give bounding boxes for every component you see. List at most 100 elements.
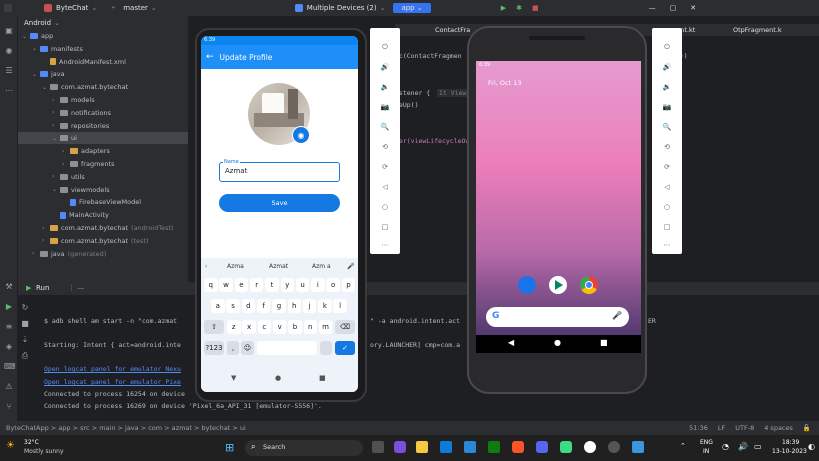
stop-run-icon[interactable]: ■: [20, 319, 30, 329]
rotate-right-icon[interactable]: ⟳: [652, 160, 682, 174]
more-tools-icon[interactable]: ⋯: [4, 86, 14, 96]
enter-key[interactable]: ✓: [335, 341, 355, 355]
volume-up-icon[interactable]: 🔊: [370, 60, 400, 74]
google-search-bar[interactable]: G 🎤: [486, 307, 629, 327]
problems-tool-icon[interactable]: ⚠: [4, 382, 14, 392]
comma-key[interactable]: ,: [227, 341, 239, 355]
brave-icon[interactable]: [512, 441, 524, 453]
volume-down-icon[interactable]: 🔉: [370, 80, 400, 94]
chevron-right-icon[interactable]: ›: [62, 148, 70, 155]
home-nav-icon[interactable]: ●: [275, 374, 281, 382]
symbols-key[interactable]: ?123: [204, 341, 224, 355]
chevron-down-icon[interactable]: ⌄: [52, 186, 60, 193]
mic-icon[interactable]: 🎤: [612, 311, 622, 320]
key-i[interactable]: i: [311, 278, 325, 292]
key-r[interactable]: r: [249, 278, 264, 292]
logcat-link[interactable]: Open logcat panel for emulator Pixe: [44, 378, 181, 386]
commit-tool-icon[interactable]: ◉: [4, 46, 14, 56]
run-tool-icon[interactable]: ▶: [4, 302, 14, 312]
key-x[interactable]: x: [242, 320, 256, 334]
notification-icon[interactable]: ◐: [808, 442, 815, 451]
key-u[interactable]: u: [295, 278, 310, 292]
recents-nav-icon[interactable]: ■: [600, 338, 608, 347]
app-icon[interactable]: [632, 441, 644, 453]
key-z[interactable]: z: [227, 320, 241, 334]
tree-item[interactable]: ⌄ viewmodels: [18, 184, 110, 196]
chevron-right-icon[interactable]: ›: [62, 161, 70, 168]
key-q[interactable]: q: [204, 278, 218, 292]
rotate-left-icon[interactable]: ⟲: [370, 140, 400, 154]
space-key[interactable]: [257, 341, 317, 355]
suggestion-expand-icon[interactable]: ›: [205, 263, 207, 270]
breadcrumb[interactable]: ByteChatApp > app > src > main > java > …: [6, 424, 246, 432]
caret-position[interactable]: 51:36: [689, 424, 708, 432]
clock-time[interactable]: 18:39: [782, 439, 799, 446]
line-separator[interactable]: LF: [718, 424, 725, 432]
mic-icon[interactable]: 🎤: [347, 263, 354, 270]
key-m[interactable]: m: [318, 320, 333, 334]
suggestion[interactable]: Azm a: [312, 263, 331, 270]
tree-item[interactable]: FirebaseViewModel: [18, 196, 141, 208]
file-encoding[interactable]: UTF-8: [735, 424, 754, 432]
device-selector[interactable]: Multiple Devices (2): [307, 4, 377, 12]
key-n[interactable]: n: [303, 320, 317, 334]
tree-item[interactable]: ⌄ manifests: [18, 43, 83, 55]
key-y[interactable]: y: [280, 278, 294, 292]
indent-setting[interactable]: 4 spaces: [764, 424, 793, 432]
screenshot-icon[interactable]: 📷: [370, 100, 400, 114]
logcat-tool-icon[interactable]: ≡: [4, 322, 14, 332]
taskbar-search[interactable]: ⌕ Search: [245, 440, 363, 456]
windows-start-icon[interactable]: ⊞: [225, 441, 234, 454]
phone2-screen[interactable]: 6:39 Fri, Oct 13 G 🎤 ◀ ● ■: [476, 61, 641, 353]
save-button[interactable]: Save: [219, 194, 340, 212]
key-k[interactable]: k: [318, 299, 332, 313]
tree-item[interactable]: › fragments: [18, 158, 114, 170]
tree-item[interactable]: › adapters: [18, 145, 110, 157]
suggestion[interactable]: Azma: [227, 263, 244, 270]
camera-icon[interactable]: ◉: [292, 126, 310, 144]
back-nav-icon[interactable]: ◀: [508, 338, 514, 347]
minimize-icon[interactable]: —: [649, 4, 656, 12]
key-b[interactable]: b: [288, 320, 302, 334]
back-arrow-icon[interactable]: ←: [206, 52, 214, 62]
github-icon[interactable]: [608, 441, 620, 453]
key-d[interactable]: d: [241, 299, 256, 313]
tree-item[interactable]: › com.azmat.bytechat (test): [18, 235, 149, 247]
key-o[interactable]: o: [326, 278, 340, 292]
logcat-link[interactable]: Open logcat panel for emulator Nexu: [44, 365, 181, 373]
close-icon[interactable]: ✕: [690, 4, 696, 12]
screenshot-icon[interactable]: 📷: [652, 100, 682, 114]
branch-name[interactable]: master: [123, 4, 148, 12]
key-c[interactable]: c: [257, 320, 272, 334]
tree-item[interactable]: › com.azmat.bytechat (androidTest): [18, 222, 174, 234]
run-config-selector[interactable]: app ⌄: [393, 3, 431, 13]
more-icon[interactable]: ⋯: [370, 238, 400, 252]
suggestion[interactable]: Azmat: [269, 263, 288, 270]
back-nav-icon[interactable]: ▼: [231, 374, 236, 382]
git-tool-icon[interactable]: ⑂: [4, 402, 14, 412]
more-icon[interactable]: ⋯: [652, 238, 682, 252]
home-icon[interactable]: ○: [370, 200, 400, 214]
key-h[interactable]: h: [287, 299, 301, 313]
back-icon[interactable]: ◁: [652, 180, 682, 194]
chevron-right-icon[interactable]: ›: [42, 225, 50, 232]
structure-tool-icon[interactable]: ☰: [4, 66, 14, 76]
tree-item[interactable]: ⌄ java: [18, 68, 65, 80]
key-v[interactable]: v: [272, 320, 287, 334]
weather-temp[interactable]: 32°C: [24, 439, 39, 446]
tree-item[interactable]: › java (generated): [18, 248, 106, 260]
period-key[interactable]: [320, 341, 332, 355]
wifi-icon[interactable]: ◔: [722, 442, 729, 451]
key-t[interactable]: t: [265, 278, 279, 292]
chevron-down-icon[interactable]: ⌄: [52, 135, 60, 142]
chevron-right-icon[interactable]: ›: [52, 173, 60, 180]
power-icon[interactable]: ⏻: [370, 40, 400, 54]
tree-item[interactable]: › utils: [18, 171, 85, 183]
home-icon[interactable]: ○: [652, 200, 682, 214]
chevron-right-icon[interactable]: ›: [32, 250, 40, 257]
key-a[interactable]: a: [211, 299, 225, 313]
build-tool-icon[interactable]: ⚒: [4, 282, 14, 292]
chevron-down-icon[interactable]: ⌄: [32, 45, 40, 52]
rotate-left-icon[interactable]: ⟲: [652, 140, 682, 154]
rerun-icon[interactable]: ↻: [20, 303, 30, 313]
